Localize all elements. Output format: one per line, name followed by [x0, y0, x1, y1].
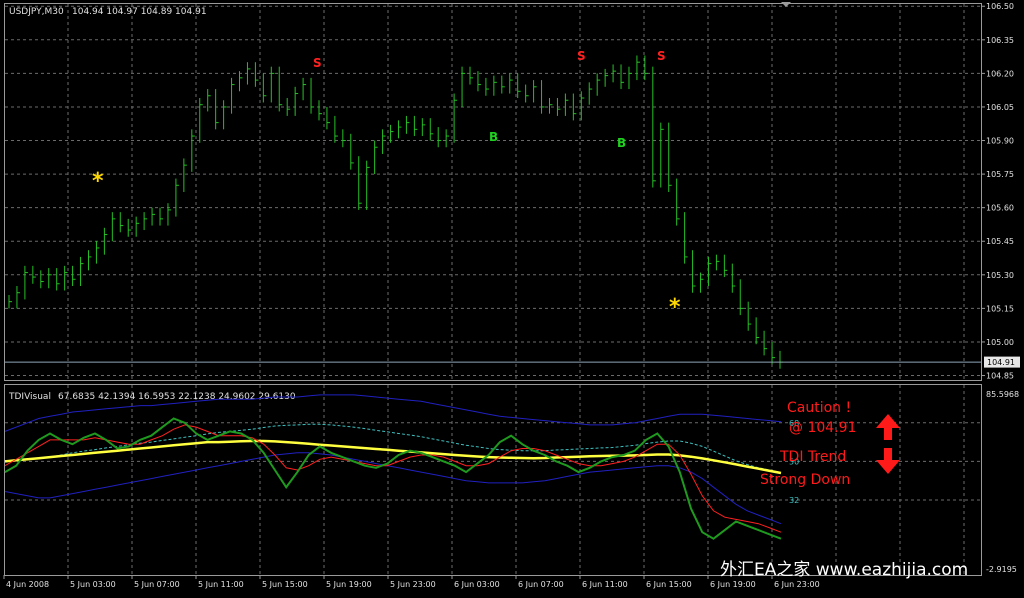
sell-marker: S [313, 56, 322, 70]
price-tick-label: 105.75 [986, 170, 1014, 179]
main-header-symbol: USDJPY,M30 [9, 7, 64, 17]
price-tick-label: 105.45 [986, 237, 1014, 246]
price-tick-label: 105.90 [986, 137, 1014, 146]
indicator-header-name: TDIVisual [8, 392, 51, 402]
buy-marker: B [489, 130, 498, 144]
price-tick-label: 105.15 [986, 304, 1014, 313]
time-tick-label: 6 Jun 23:00 [774, 580, 820, 589]
time-tick-label: 5 Jun 03:00 [70, 580, 116, 589]
chart-root: * S S S B B * USDJPY,M30 104.94 104.97 1… [0, 0, 1024, 594]
sell-marker: S [657, 49, 666, 63]
indicator-bottom-value: -2.9195 [986, 565, 1017, 574]
time-tick-label: 5 Jun 11:00 [198, 580, 244, 589]
trend-line-2: Strong Down [760, 472, 850, 488]
time-tick-label: 5 Jun 23:00 [390, 580, 436, 589]
watermark: 外汇EA之家 www.eazhijia.com [720, 560, 968, 580]
chart-background [0, 0, 1024, 594]
trend-line-1: TDI Trend [779, 449, 846, 465]
time-tick-label: 5 Jun 07:00 [134, 580, 180, 589]
price-tick-label: 105.60 [986, 204, 1014, 213]
star-marker: * [669, 295, 681, 320]
price-tick-label: 106.20 [986, 69, 1014, 78]
sell-marker: S [577, 49, 586, 63]
current-price-label: 104.91 [987, 358, 1015, 367]
time-tick-label: 5 Jun 15:00 [262, 580, 308, 589]
buy-marker: B [617, 136, 626, 150]
time-tick-label: 6 Jun 19:00 [710, 580, 756, 589]
time-tick-label: 6 Jun 03:00 [454, 580, 500, 589]
price-tick-label: 105.00 [986, 338, 1014, 347]
main-header-ohlc: 104.94 104.97 104.89 104.91 [72, 7, 207, 17]
time-tick-label: 6 Jun 15:00 [646, 580, 692, 589]
star-marker: * [92, 169, 104, 194]
caution-label: Caution ! [787, 400, 851, 416]
time-tick-label: 6 Jun 07:00 [518, 580, 564, 589]
price-tick-label: 106.50 [986, 2, 1014, 11]
time-tick-label: 4 Jun 2008 [6, 580, 49, 589]
level-label: 32 [789, 496, 799, 505]
time-tick-label: 6 Jun 11:00 [582, 580, 628, 589]
price-tick-label: 106.35 [986, 36, 1014, 45]
caution-price: @ 104.91 [789, 420, 856, 436]
indicator-top-value: 85.5968 [986, 390, 1019, 399]
indicator-header-values: 67.6835 42.1394 16.5953 22.1238 24.9602 … [58, 392, 296, 402]
price-tick-label: 106.05 [986, 103, 1014, 112]
price-tick-label: 105.30 [986, 271, 1014, 280]
price-tick-label: 104.85 [986, 372, 1014, 381]
time-tick-label: 5 Jun 19:00 [326, 580, 372, 589]
chart-svg: * S S S B B * USDJPY,M30 104.94 104.97 1… [0, 0, 1024, 594]
